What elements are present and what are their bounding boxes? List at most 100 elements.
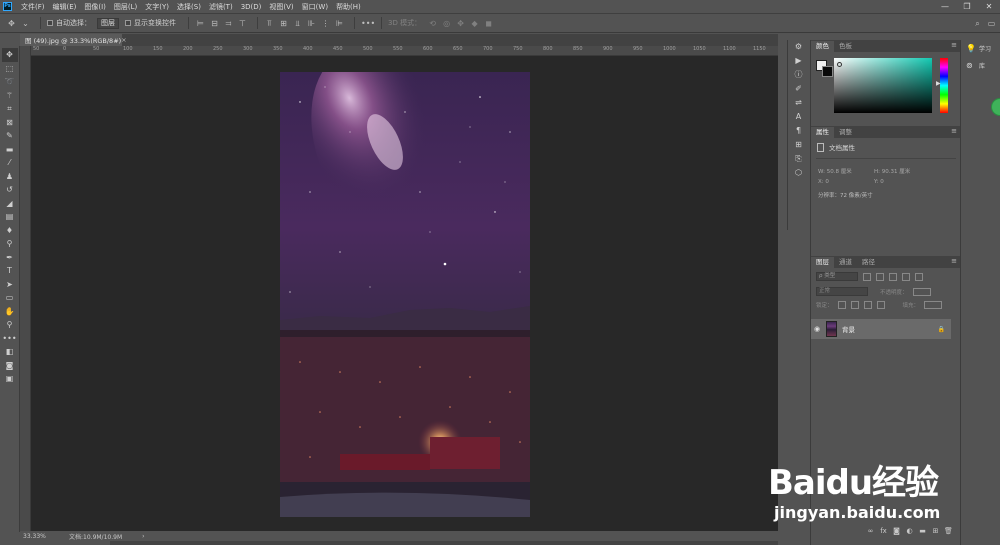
align-top-icon[interactable]: ⊤ xyxy=(237,18,248,29)
tool-preset-chevron-icon[interactable]: ⌄ xyxy=(20,18,31,29)
3d-rotate-icon[interactable]: ⟲ xyxy=(427,18,438,29)
document-tab[interactable]: 图 (49).jpg @ 33.3%(RGB/8#) × xyxy=(20,34,127,46)
color-picker-field[interactable] xyxy=(834,58,932,113)
type-tool-icon[interactable]: T xyxy=(2,264,18,278)
auto-select-dropdown[interactable]: 图层 xyxy=(97,17,119,29)
actions-play-icon[interactable]: ▶ xyxy=(791,54,807,68)
hue-slider-arrow-icon[interactable]: ▶ xyxy=(936,80,941,87)
more-options-icon[interactable]: ••• xyxy=(361,18,375,29)
gradient-tool-icon[interactable]: ▤ xyxy=(2,210,18,224)
clone-stamp-tool-icon[interactable]: ♟ xyxy=(2,170,18,184)
align-center-icon[interactable]: ⊟ xyxy=(209,18,220,29)
screen-mode-icon[interactable]: ▣ xyxy=(2,372,18,386)
lock-image-icon[interactable] xyxy=(850,301,859,309)
filter-type-icon[interactable] xyxy=(889,272,897,281)
layer-kind-filter[interactable]: ρ 类型 xyxy=(816,272,858,281)
filter-pixel-icon[interactable] xyxy=(863,272,871,281)
close-tab-icon[interactable]: × xyxy=(121,36,126,44)
paragraph-panel-icon[interactable]: ¶ xyxy=(791,124,807,138)
move-tool-icon[interactable]: ✥ xyxy=(6,18,17,29)
restore-button[interactable]: ❐ xyxy=(956,2,978,11)
eraser-tool-icon[interactable]: ◢ xyxy=(2,197,18,211)
tab-paths[interactable]: 路径 xyxy=(857,257,880,268)
distribute-bottom-icon[interactable]: ⫫ xyxy=(292,18,303,29)
tab-channels[interactable]: 通道 xyxy=(834,257,857,268)
distribute-middle-icon[interactable]: ⊞ xyxy=(278,18,289,29)
hand-tool-icon[interactable]: ✋ xyxy=(2,305,18,319)
color-swatch-icon[interactable]: ◧ xyxy=(2,345,18,359)
healing-brush-tool-icon[interactable]: ▬ xyxy=(2,143,18,157)
tab-color[interactable]: 颜色 xyxy=(811,41,834,52)
panel-menu-icon[interactable]: ≡ xyxy=(951,41,957,49)
fill-field[interactable] xyxy=(924,301,943,309)
color-picker-handle[interactable] xyxy=(837,62,842,67)
visibility-eye-icon[interactable]: ◉ xyxy=(811,325,823,333)
document-image-milky-way-town[interactable] xyxy=(280,72,530,517)
frame-tool-icon[interactable]: ⊠ xyxy=(2,116,18,130)
menu-layer[interactable]: 图层(L) xyxy=(110,2,141,12)
lasso-tool-icon[interactable]: ➰ xyxy=(2,75,18,89)
lock-position-icon[interactable] xyxy=(863,301,872,309)
foreground-background-swatch[interactable] xyxy=(816,60,834,78)
filter-adjustment-icon[interactable] xyxy=(876,272,884,281)
info-panel-icon[interactable]: ⓘ xyxy=(791,68,807,82)
brush-tool-icon[interactable]: ⁄ xyxy=(2,156,18,170)
menu-window[interactable]: 窗口(W) xyxy=(298,2,332,12)
tab-properties[interactable]: 属性 xyxy=(811,127,834,138)
close-button[interactable]: ✕ xyxy=(978,2,1000,11)
distribute-top-icon[interactable]: ⫪ xyxy=(264,18,275,29)
dodge-tool-icon[interactable]: ⚲ xyxy=(2,237,18,251)
background-color[interactable] xyxy=(822,66,833,77)
menu-select[interactable]: 选择(S) xyxy=(173,2,205,12)
distribute-center-icon[interactable]: ⋮ xyxy=(320,18,331,29)
canvas-area[interactable] xyxy=(31,56,778,531)
distribute-right-icon[interactable]: ⊫ xyxy=(334,18,345,29)
tab-swatches[interactable]: 色板 xyxy=(834,41,857,52)
menu-help[interactable]: 帮助(H) xyxy=(332,2,365,12)
rectangle-tool-icon[interactable]: ▭ xyxy=(2,291,18,305)
history-brush-tool-icon[interactable]: ↺ xyxy=(2,183,18,197)
character-panel-icon[interactable]: A xyxy=(791,110,807,124)
horizontal-scrollbar[interactable] xyxy=(110,541,778,545)
move-tool-icon[interactable]: ✥ xyxy=(1,48,18,62)
lock-transparent-icon[interactable] xyxy=(837,301,846,309)
filter-shape-icon[interactable] xyxy=(902,272,910,281)
quick-mask-icon[interactable]: ◙ xyxy=(2,359,18,373)
zoom-level[interactable]: 33.33% xyxy=(23,533,63,540)
filter-smart-object-icon[interactable] xyxy=(915,272,923,281)
crop-tool-icon[interactable]: ⌗ xyxy=(2,102,18,116)
status-arrow-icon[interactable]: › xyxy=(142,533,144,540)
width-field[interactable]: W: 50.8 厘米 xyxy=(816,167,874,175)
notes-icon[interactable]: ⎘ xyxy=(791,152,807,166)
brush-settings-icon[interactable]: ✐ xyxy=(791,82,807,96)
adjust-sliders-icon[interactable]: ⇌ xyxy=(791,96,807,110)
history-panel-icon[interactable]: ⚙ xyxy=(791,40,807,54)
menu-type[interactable]: 文字(Y) xyxy=(141,2,173,12)
path-selection-tool-icon[interactable]: ➤ xyxy=(2,278,18,292)
magic-wand-tool-icon[interactable]: ⚚ xyxy=(2,89,18,103)
library-item[interactable]: ⊚ 库 xyxy=(961,57,1000,74)
lock-all-icon[interactable] xyxy=(876,301,885,309)
more-tools-icon[interactable]: ••• xyxy=(2,332,18,346)
menu-view[interactable]: 视图(V) xyxy=(265,2,297,12)
height-field[interactable]: H: 90.31 厘米 xyxy=(874,167,910,175)
eyedropper-tool-icon[interactable]: ✎ xyxy=(2,129,18,143)
blend-mode-dropdown[interactable]: 正常 xyxy=(816,287,868,296)
pen-tool-icon[interactable]: ✒ xyxy=(2,251,18,265)
zoom-tool-icon[interactable]: ⚲ xyxy=(2,318,18,332)
3d-pan-icon[interactable]: ✥ xyxy=(455,18,466,29)
tab-layers[interactable]: 图层 xyxy=(811,257,834,268)
align-left-icon[interactable]: ⊨ xyxy=(195,18,206,29)
search-icon[interactable]: ⌕ xyxy=(972,18,983,29)
y-field[interactable]: Y: 0 xyxy=(874,179,884,185)
panel-menu-icon[interactable]: ≡ xyxy=(951,257,957,265)
distribute-left-icon[interactable]: ⊪ xyxy=(306,18,317,29)
auto-select-checkbox[interactable] xyxy=(47,20,53,26)
x-field[interactable]: X: 0 xyxy=(816,179,874,185)
layer-row-background[interactable]: ◉ 背景 🔒 xyxy=(811,319,951,339)
tab-adjustments[interactable]: 调整 xyxy=(834,127,857,138)
menu-image[interactable]: 图像(I) xyxy=(80,2,110,12)
panel-menu-icon[interactable]: ≡ xyxy=(951,127,957,135)
3d-slide-icon[interactable]: ◆ xyxy=(469,18,480,29)
menu-edit[interactable]: 编辑(E) xyxy=(49,2,81,12)
